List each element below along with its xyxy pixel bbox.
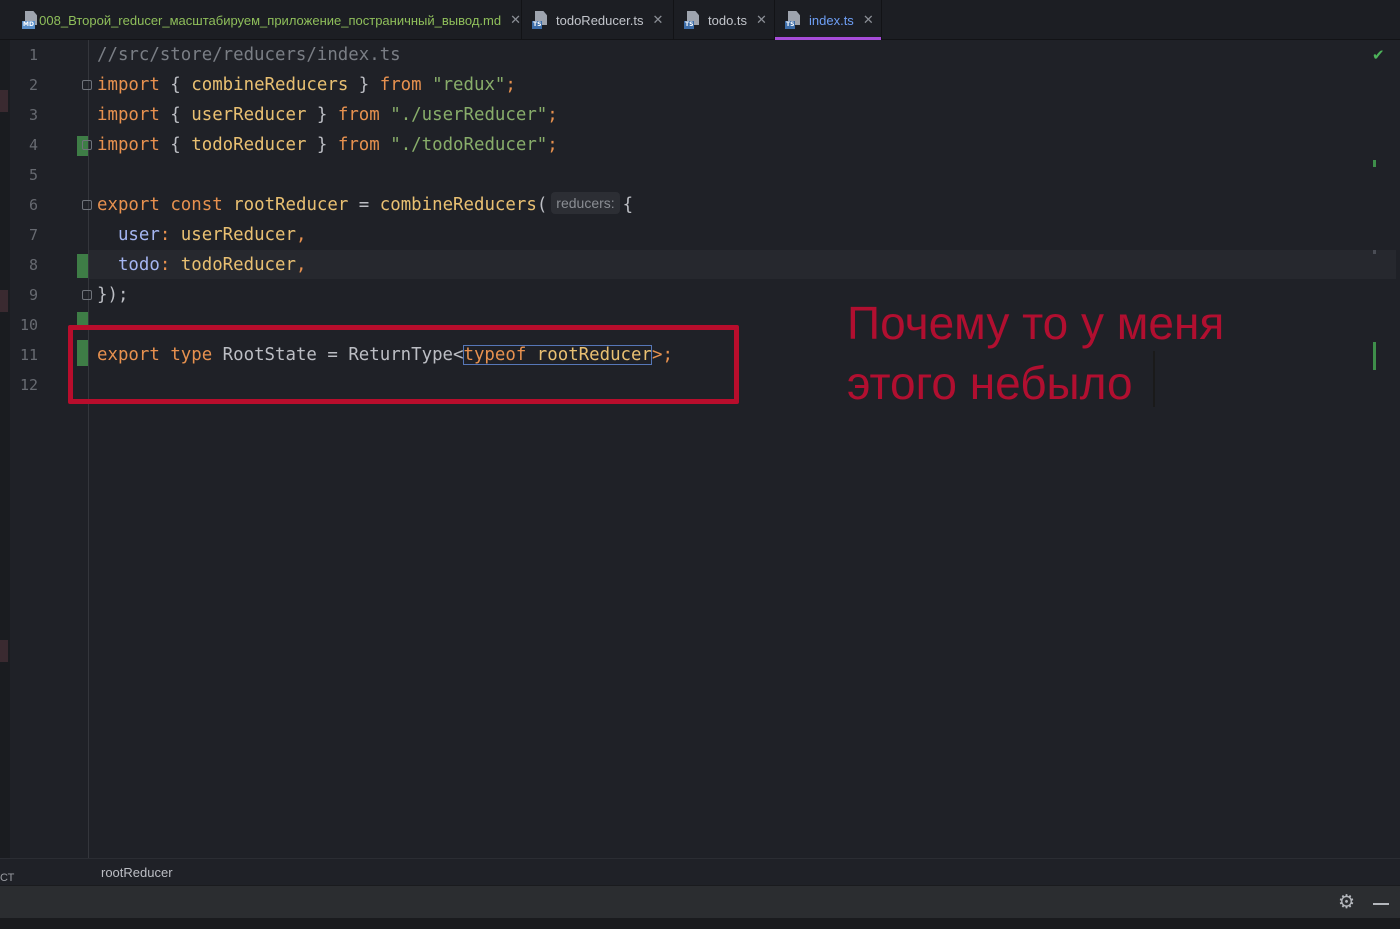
annotation-line: Почему то у меня <box>847 297 1225 349</box>
code-line-3: import { userReducer } from "./userReduc… <box>97 105 558 125</box>
annotation-box <box>68 325 739 404</box>
left-tool-strip <box>0 40 10 860</box>
markdown-file-icon: MD <box>22 11 37 29</box>
tab-md-file[interactable]: MD 008_Второй_reducer_масштабируем_прило… <box>10 0 522 40</box>
code-line-7: user: userReducer, <box>117 225 307 245</box>
line-number: 9 <box>28 286 38 304</box>
line-number: 11 <box>19 346 38 364</box>
bottom-tool-bar: ⚙ <box>0 885 1400 918</box>
line-number: 4 <box>28 136 38 154</box>
vcs-change-marker[interactable] <box>77 312 88 326</box>
tab-index[interactable]: TS index.ts ✕ <box>775 0 882 40</box>
editor-tab-bar: MD 008_Второй_reducer_масштабируем_прило… <box>0 0 1400 40</box>
code-line-6: export const rootReducer = combineReduce… <box>97 190 633 220</box>
code-line-1: //src/store/reducers/index.ts <box>97 45 401 65</box>
change-stripe[interactable] <box>1373 342 1376 370</box>
text-caret <box>1153 351 1155 407</box>
code-line-2: import { combineReducers } from "redux"; <box>97 75 516 95</box>
close-icon[interactable]: ✕ <box>510 13 521 28</box>
check-icon[interactable]: ✔ <box>1372 46 1385 64</box>
line-number: 1 <box>28 46 38 64</box>
fold-icon[interactable] <box>82 290 92 300</box>
breadcrumb: rootReducer <box>0 858 1400 885</box>
tab-label: todo.ts <box>708 12 748 28</box>
gutter-divider <box>88 40 89 858</box>
fold-icon[interactable] <box>82 140 92 150</box>
fold-icon[interactable] <box>82 200 92 210</box>
line-number: 10 <box>19 316 38 334</box>
typescript-file-icon: TS <box>532 11 550 29</box>
code-line-4: import { todoReducer } from "./todoReduc… <box>97 135 558 155</box>
change-stripe[interactable] <box>1373 250 1376 254</box>
close-icon[interactable]: ✕ <box>863 13 874 28</box>
edge-text-bottom: СТ <box>0 872 15 884</box>
typescript-file-icon: TS <box>684 11 702 29</box>
line-number: 7 <box>28 226 38 244</box>
vcs-change-marker[interactable] <box>77 254 88 278</box>
line-number: 6 <box>28 196 38 214</box>
line-number: 12 <box>19 376 38 394</box>
fold-icon[interactable] <box>82 80 92 90</box>
breadcrumb-item[interactable]: rootReducer <box>101 865 173 880</box>
typescript-file-icon: TS <box>785 11 803 29</box>
annotation-line: этого небыло <box>847 357 1133 409</box>
code-line-8: todo: todoReducer, <box>117 255 307 275</box>
left-marker <box>0 640 8 662</box>
parameter-hint: reducers: <box>551 192 620 214</box>
change-stripe[interactable] <box>1373 160 1376 167</box>
left-marker <box>0 90 8 112</box>
line-number: 8 <box>28 256 38 274</box>
close-icon[interactable]: ✕ <box>652 13 663 28</box>
tab-todoreducer[interactable]: TS todoReducer.ts ✕ <box>522 0 674 40</box>
code-line-9: }); <box>97 285 129 305</box>
annotation-text: Почему то у меня этого небыло <box>847 293 1387 413</box>
line-number: 3 <box>28 106 38 124</box>
tab-label: index.ts <box>809 12 854 28</box>
left-marker <box>0 290 8 312</box>
close-icon[interactable]: ✕ <box>756 13 767 28</box>
tab-label: todoReducer.ts <box>556 12 644 28</box>
line-number: 5 <box>28 166 38 184</box>
gear-icon[interactable]: ⚙ <box>1338 891 1355 913</box>
tab-todo[interactable]: TS todo.ts ✕ <box>674 0 775 40</box>
tab-label: 008_Второй_reducer_масштабируем_приложен… <box>39 12 502 28</box>
status-strip <box>0 918 1400 929</box>
minimize-icon[interactable] <box>1373 903 1389 905</box>
line-number: 2 <box>28 76 38 94</box>
